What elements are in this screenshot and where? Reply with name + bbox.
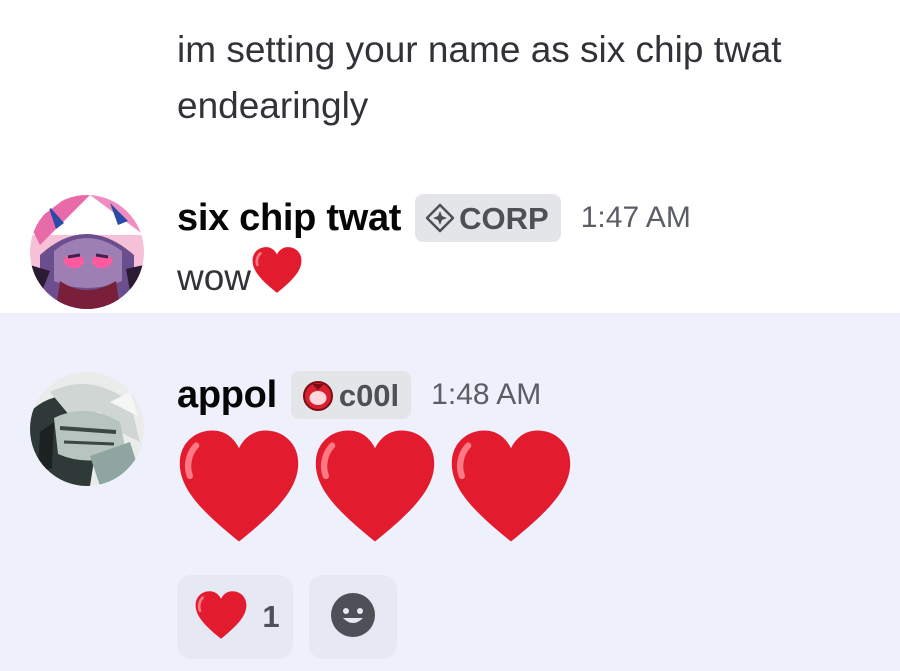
heart-emoji-icon[interactable] [448, 427, 574, 550]
server-tag-label: c00l [338, 378, 400, 413]
message[interactable]: six chip twat CORP 1:47 AM wow [0, 160, 900, 313]
reactions-bar: 1 [177, 575, 397, 659]
timestamp[interactable]: 1:47 AM [581, 201, 691, 235]
message-content: wow [177, 246, 303, 306]
avatar[interactable] [30, 372, 144, 486]
message-header: appol c00l 1:48 AM [177, 365, 541, 425]
message-header: six chip twat CORP 1:47 AM [177, 188, 691, 248]
username[interactable]: appol [177, 374, 277, 417]
avatar[interactable] [30, 195, 144, 309]
heart-emoji-icon[interactable] [176, 427, 302, 550]
smiley-icon [330, 592, 376, 643]
reaction-heart[interactable]: 1 [177, 575, 293, 659]
diamond-cross-icon [425, 203, 455, 233]
heart-emoji-icon[interactable] [251, 246, 303, 303]
timestamp[interactable]: 1:48 AM [431, 378, 541, 412]
add-reaction-button[interactable] [309, 575, 397, 659]
message-text: im setting your name as six chip twat en… [177, 29, 782, 126]
server-tag[interactable]: CORP [415, 194, 561, 242]
chat-log: im setting your name as six chip twat en… [0, 0, 900, 671]
jumbo-emoji-row [176, 427, 574, 550]
server-tag-label: CORP [459, 201, 549, 236]
heart-emoji-icon [194, 590, 248, 645]
message-highlighted[interactable]: appol c00l 1:48 AM 1 [0, 313, 900, 671]
message-text: wow [177, 257, 252, 298]
message-continuation[interactable]: im setting your name as six chip twat en… [0, 0, 900, 160]
reaction-count: 1 [262, 599, 280, 634]
red-mask-icon [301, 378, 335, 412]
server-tag[interactable]: c00l [290, 371, 412, 419]
username[interactable]: six chip twat [177, 197, 401, 240]
heart-emoji-icon[interactable] [312, 427, 438, 550]
